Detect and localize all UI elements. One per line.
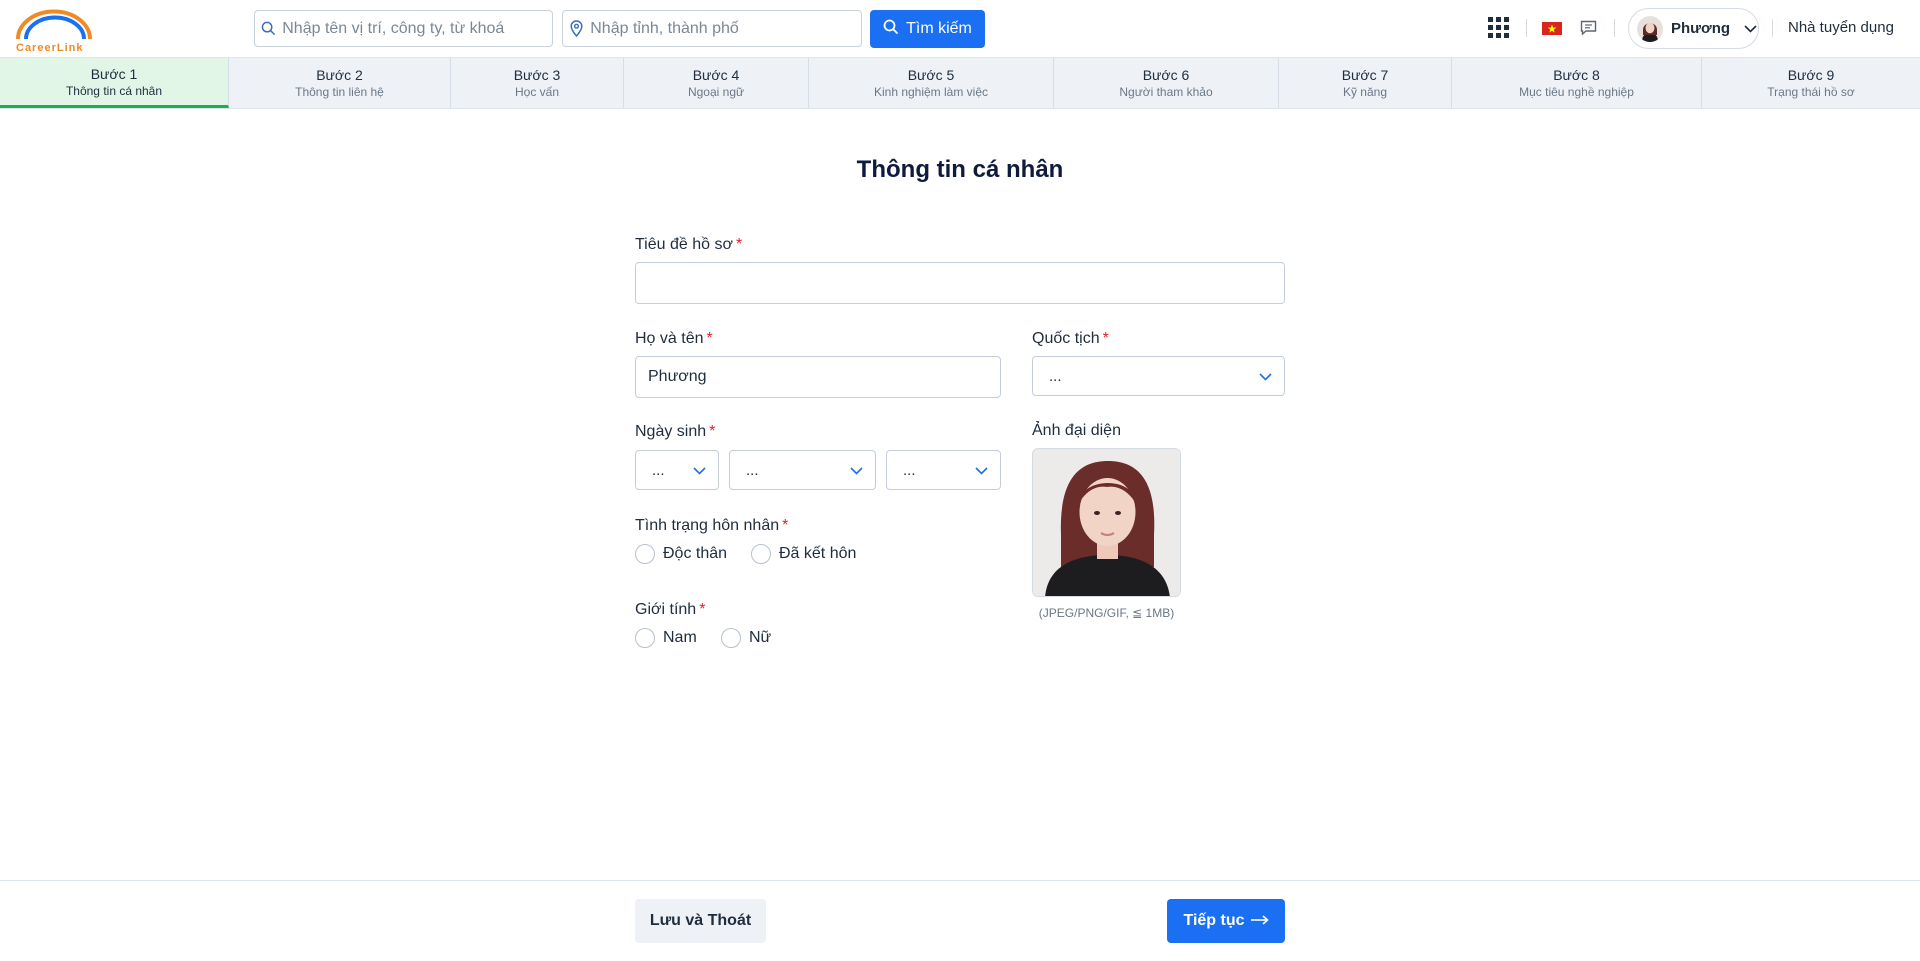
dob-month-select[interactable]: ... — [729, 450, 876, 490]
chevron-down-icon — [850, 462, 863, 479]
avatar — [1637, 15, 1663, 42]
chevron-down-icon — [1259, 368, 1272, 385]
save-and-exit-button[interactable]: Lưu và Thoát — [635, 899, 766, 943]
radio-button[interactable] — [751, 544, 771, 564]
dob-day-select[interactable]: ... — [635, 450, 719, 490]
step-5[interactable]: Bước 5 Kinh nghiệm làm việc — [809, 58, 1054, 108]
nationality-label: Quốc tịch * — [1032, 330, 1109, 347]
step-6[interactable]: Bước 6 Người tham khảo — [1054, 58, 1279, 108]
user-menu[interactable]: Phương — [1628, 8, 1759, 49]
full-name-input[interactable] — [635, 356, 1001, 398]
step-label: Kinh nghiệm làm việc — [873, 85, 989, 99]
step-number: Bước 4 — [692, 67, 740, 83]
step-label: Ngoại ngữ — [687, 85, 745, 99]
chevron-down-icon — [975, 462, 988, 479]
location-pin-icon — [563, 20, 590, 37]
gender-label: Giới tính * — [635, 601, 706, 618]
radio-label: Nam — [663, 629, 697, 646]
apps-grid-icon[interactable] — [1488, 17, 1510, 39]
search-button[interactable]: Tìm kiếm — [870, 10, 985, 48]
marital-status-label: Tình trạng hôn nhân * — [635, 517, 789, 534]
keyword-search-box[interactable] — [254, 10, 553, 47]
avatar-label: Ảnh đại diện — [1032, 422, 1121, 439]
location-search-input[interactable] — [590, 19, 861, 38]
step-4[interactable]: Bước 4 Ngoại ngữ — [624, 58, 809, 108]
step-number: Bước 7 — [1341, 67, 1389, 83]
page-title: Thông tin cá nhân — [856, 156, 1064, 183]
step-label: Học vấn — [514, 85, 560, 99]
message-icon[interactable] — [1580, 20, 1597, 36]
radio-button[interactable] — [635, 628, 655, 648]
profile-title-input[interactable] — [635, 262, 1285, 304]
search-button-label: Tìm kiếm — [906, 20, 972, 37]
full-name-label: Họ và tên * — [635, 330, 713, 347]
step-9[interactable]: Bước 9 Trạng thái hồ sơ — [1702, 58, 1920, 108]
search-icon — [883, 19, 899, 40]
step-8[interactable]: Bước 8 Mục tiêu nghề nghiệp — [1452, 58, 1702, 108]
header-divider — [1526, 19, 1527, 37]
step-number: Bước 9 — [1787, 67, 1835, 83]
wizard-steps: Bước 1 Thông tin cá nhân Bước 2 Thông ti… — [0, 57, 1920, 109]
svg-text:CareerLink: CareerLink — [16, 42, 83, 53]
profile-photo — [1033, 449, 1180, 596]
employer-link[interactable]: Nhà tuyển dụng — [1788, 19, 1894, 36]
radio-button[interactable] — [635, 544, 655, 564]
step-number: Bước 8 — [1553, 67, 1600, 83]
dob-year-select[interactable]: ... — [886, 450, 1001, 490]
user-name: Phương — [1671, 20, 1731, 37]
dob-label: Ngày sinh * — [635, 423, 716, 440]
dob-day-value: ... — [652, 461, 665, 479]
continue-button[interactable]: Tiếp tục — [1167, 899, 1285, 943]
step-3[interactable]: Bước 3 Học vấn — [451, 58, 624, 108]
nationality-value: ... — [1049, 367, 1062, 385]
keyword-search-input[interactable] — [282, 19, 552, 38]
step-number: Bước 1 — [90, 65, 138, 82]
marital-married-option[interactable]: Đã kết hôn — [751, 544, 856, 564]
location-search-box[interactable] — [562, 10, 862, 47]
avatar-format-note: (JPEG/PNG/GIF, ≦ 1MB) — [1038, 606, 1175, 620]
careerlink-logo[interactable]: CareerLink — [14, 9, 100, 54]
profile-title-label: Tiêu đề hồ sơ * — [635, 236, 743, 253]
search-icon — [255, 21, 282, 36]
arrow-right-icon — [1250, 912, 1269, 930]
step-7[interactable]: Bước 7 Kỹ năng — [1279, 58, 1452, 108]
radio-label: Đã kết hôn — [779, 545, 857, 562]
top-header: CareerLink Tìm kiếm — [0, 0, 1920, 57]
gender-male-option[interactable]: Nam — [635, 628, 697, 648]
header-divider — [1614, 19, 1615, 37]
radio-label: Nữ — [749, 629, 772, 646]
nationality-select[interactable]: ... — [1032, 356, 1285, 396]
step-label: Kỹ năng — [1342, 85, 1388, 99]
step-label: Người tham khảo — [1119, 85, 1213, 99]
radio-button[interactable] — [721, 628, 741, 648]
step-1[interactable]: Bước 1 Thông tin cá nhân — [0, 58, 229, 108]
step-number: Bước 6 — [1142, 67, 1190, 83]
step-label: Thông tin cá nhân — [65, 83, 163, 98]
dob-month-value: ... — [746, 461, 759, 479]
chevron-down-icon — [693, 462, 706, 479]
step-number: Bước 2 — [316, 67, 363, 83]
header-divider — [1772, 19, 1773, 37]
radio-label: Độc thân — [663, 545, 728, 562]
form-footer — [0, 880, 1920, 961]
step-label: Mục tiêu nghề nghiệp — [1519, 85, 1634, 99]
marital-single-option[interactable]: Độc thân — [635, 544, 727, 564]
avatar-upload[interactable] — [1032, 448, 1181, 597]
vietnam-flag-icon[interactable] — [1542, 22, 1562, 35]
step-number: Bước 5 — [907, 67, 955, 83]
step-2[interactable]: Bước 2 Thông tin liên hệ — [229, 58, 451, 108]
gender-female-option[interactable]: Nữ — [721, 628, 771, 648]
continue-button-label: Tiếp tục — [1183, 912, 1245, 929]
step-label: Thông tin liên hệ — [295, 85, 384, 99]
step-number: Bước 3 — [513, 67, 561, 83]
chevron-down-icon — [1744, 20, 1757, 38]
dob-year-value: ... — [903, 461, 916, 479]
step-label: Trạng thái hồ sơ — [1767, 85, 1855, 99]
